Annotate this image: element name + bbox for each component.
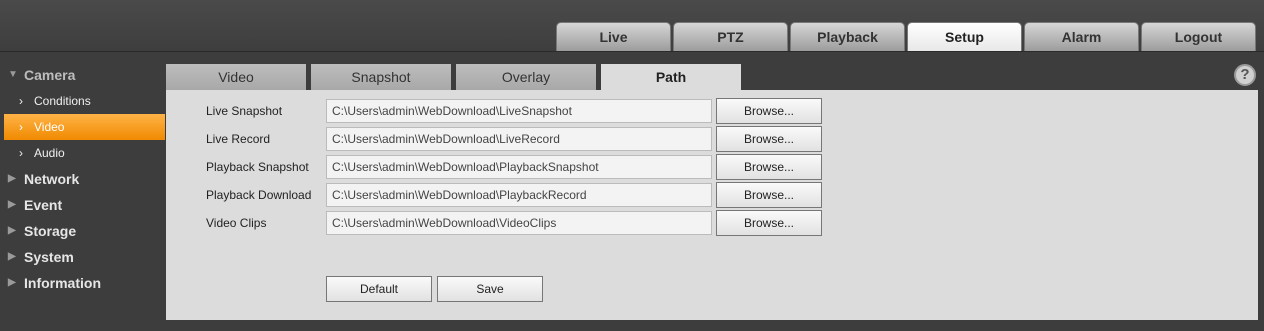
chevron-right-icon: › <box>19 120 23 134</box>
help-icon[interactable]: ? <box>1234 64 1256 86</box>
path-row-playback-download: Playback Download Browse... <box>206 182 822 208</box>
path-row-live-snapshot: Live Snapshot Browse... <box>206 98 822 124</box>
path-label: Playback Snapshot <box>206 160 309 174</box>
triangle-right-icon: ▶ <box>8 277 16 288</box>
playback-download-browse-button[interactable]: Browse... <box>716 182 822 208</box>
header-bar: Live PTZ Playback Setup Alarm Logout <box>0 0 1264 52</box>
sidebar-item-label: Conditions <box>34 94 91 108</box>
chevron-right-icon: › <box>19 146 23 160</box>
tab-ptz[interactable]: PTZ <box>673 22 788 51</box>
save-button[interactable]: Save <box>437 276 543 302</box>
triangle-right-icon: ▶ <box>8 225 16 236</box>
triangle-down-icon: ▼ <box>8 69 18 80</box>
subtab-snapshot[interactable]: Snapshot <box>311 64 451 90</box>
chevron-right-icon: › <box>19 94 23 108</box>
sidebar-group-label: Information <box>24 275 101 291</box>
tab-logout[interactable]: Logout <box>1141 22 1256 51</box>
sidebar-item-video[interactable]: › Video <box>4 114 165 140</box>
sidebar: ▼ Camera › Conditions › Video › Audio ▶ … <box>0 62 165 296</box>
top-nav: Live PTZ Playback Setup Alarm Logout <box>556 22 1258 51</box>
playback-snapshot-browse-button[interactable]: Browse... <box>716 154 822 180</box>
sidebar-item-label: Audio <box>34 146 65 160</box>
video-clips-browse-button[interactable]: Browse... <box>716 210 822 236</box>
triangle-right-icon: ▶ <box>8 251 16 262</box>
tab-live[interactable]: Live <box>556 22 671 51</box>
sidebar-group-camera[interactable]: ▼ Camera <box>0 62 165 88</box>
path-label: Playback Download <box>206 188 312 202</box>
sidebar-group-label: System <box>24 249 74 265</box>
sidebar-item-label: Video <box>34 120 65 134</box>
sub-tabs: Video Snapshot Overlay Path <box>166 64 1258 90</box>
subtab-video[interactable]: Video <box>166 64 306 90</box>
tab-playback[interactable]: Playback <box>790 22 905 51</box>
content-area: Video Snapshot Overlay Path ? Live Snaps… <box>166 64 1258 320</box>
path-row-live-record: Live Record Browse... <box>206 126 822 152</box>
sidebar-group-event[interactable]: ▶ Event <box>0 192 165 218</box>
subtab-overlay[interactable]: Overlay <box>456 64 596 90</box>
sidebar-item-conditions[interactable]: › Conditions <box>0 88 165 114</box>
tab-alarm[interactable]: Alarm <box>1024 22 1139 51</box>
sidebar-group-label: Storage <box>24 223 77 239</box>
triangle-right-icon: ▶ <box>8 199 16 210</box>
sidebar-item-audio[interactable]: › Audio <box>0 140 165 166</box>
video-clips-path-field[interactable] <box>326 211 712 235</box>
live-snapshot-path-field[interactable] <box>326 99 712 123</box>
triangle-right-icon: ▶ <box>8 173 16 184</box>
subtab-path[interactable]: Path <box>601 64 741 90</box>
sidebar-group-system[interactable]: ▶ System <box>0 244 165 270</box>
path-row-video-clips: Video Clips Browse... <box>206 210 822 236</box>
path-label: Live Record <box>206 132 271 146</box>
sidebar-group-label: Network <box>24 171 80 187</box>
live-snapshot-browse-button[interactable]: Browse... <box>716 98 822 124</box>
sidebar-group-information[interactable]: ▶ Information <box>0 270 165 296</box>
path-row-playback-snapshot: Playback Snapshot Browse... <box>206 154 822 180</box>
path-label: Video Clips <box>206 216 267 230</box>
path-settings-panel: Live Snapshot Browse... Live Record Brow… <box>166 90 1258 320</box>
live-record-path-field[interactable] <box>326 127 712 151</box>
playback-download-path-field[interactable] <box>326 183 712 207</box>
playback-snapshot-path-field[interactable] <box>326 155 712 179</box>
path-label: Live Snapshot <box>206 104 283 118</box>
sidebar-group-label: Camera <box>24 67 76 83</box>
live-record-browse-button[interactable]: Browse... <box>716 126 822 152</box>
default-button[interactable]: Default <box>326 276 432 302</box>
sidebar-group-label: Event <box>24 197 63 213</box>
sidebar-group-storage[interactable]: ▶ Storage <box>0 218 165 244</box>
sidebar-group-network[interactable]: ▶ Network <box>0 166 165 192</box>
tab-setup[interactable]: Setup <box>907 22 1022 51</box>
